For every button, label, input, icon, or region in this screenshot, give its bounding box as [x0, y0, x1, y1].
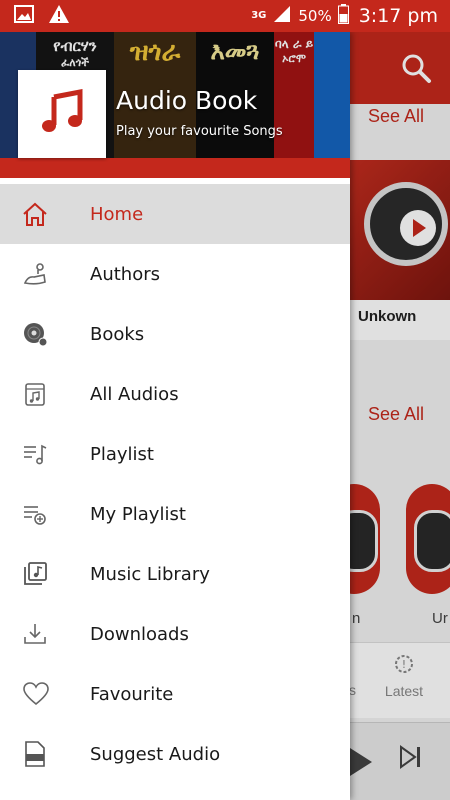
menu-item-label: Suggest Audio	[90, 743, 221, 765]
drawer-scrim[interactable]	[350, 32, 450, 800]
drawer-menu: Home Authors Books All Audios Playlist M…	[0, 184, 350, 784]
menu-item-music-library[interactable]: Music Library	[0, 544, 350, 604]
music-library-icon	[0, 561, 90, 587]
menu-item-downloads[interactable]: Downloads	[0, 604, 350, 664]
menu-item-books[interactable]: Books	[0, 304, 350, 364]
status-bar: 3G 50% 3:17 pm	[0, 0, 450, 32]
heart-icon	[0, 681, 90, 707]
signal-icon	[272, 5, 292, 27]
menu-item-label: All Audios	[90, 383, 179, 405]
app-logo	[18, 70, 106, 158]
menu-item-label: Music Library	[90, 563, 210, 585]
network-type: 3G	[251, 10, 267, 21]
app-title: Audio Book	[116, 86, 258, 115]
menu-item-label: Playlist	[90, 443, 154, 465]
drawer-header: የብርሃን ፈለጎች ዝጎራ እመጓ ባላ ራ ይ ኦሮሞ Audio Book P…	[0, 32, 350, 178]
menu-item-my-playlist[interactable]: My Playlist	[0, 484, 350, 544]
menu-item-favourite[interactable]: Favourite	[0, 664, 350, 724]
gallery-notification-icon	[14, 5, 34, 27]
menu-item-label: Favourite	[90, 683, 174, 705]
navigation-drawer: የብርሃን ፈለጎች ዝጎራ እመጓ ባላ ራ ይ ኦሮሞ Audio Book P…	[0, 32, 350, 800]
menu-item-all-audios[interactable]: All Audios	[0, 364, 350, 424]
menu-item-suggest-audio[interactable]: Suggest Audio	[0, 724, 350, 784]
menu-item-label: Downloads	[90, 623, 189, 645]
menu-item-home[interactable]: Home	[0, 184, 350, 244]
home-icon	[0, 201, 90, 227]
playlist-icon	[0, 441, 90, 467]
menu-item-label: My Playlist	[90, 503, 186, 525]
warning-notification-icon	[48, 4, 70, 28]
menu-item-label: Home	[90, 203, 144, 225]
authors-icon	[0, 261, 90, 287]
menu-item-label: Books	[90, 323, 145, 345]
menu-item-playlist[interactable]: Playlist	[0, 424, 350, 484]
mp3-file-icon	[0, 740, 90, 768]
audio-file-icon	[0, 381, 90, 407]
music-note-icon	[39, 88, 85, 139]
battery-icon	[337, 4, 349, 28]
download-icon	[0, 621, 90, 647]
menu-item-authors[interactable]: Authors	[0, 244, 350, 304]
menu-item-label: Authors	[90, 263, 160, 285]
battery-percent: 50%	[298, 7, 332, 25]
playlist-add-icon	[0, 501, 90, 527]
app-subtitle: Play your favourite Songs	[116, 124, 283, 139]
clock: 3:17 pm	[358, 5, 438, 27]
books-disc-icon	[0, 321, 90, 347]
